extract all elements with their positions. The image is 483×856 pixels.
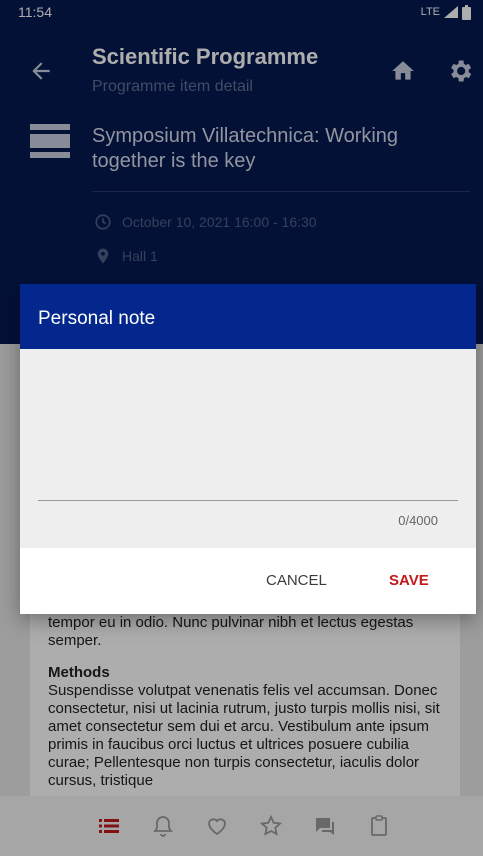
personal-note-dialog: Personal note 0/4000 CANCEL SAVE [20, 284, 476, 614]
dialog-header: Personal note [20, 284, 476, 349]
dialog-title: Personal note [38, 308, 156, 329]
dialog-actions: CANCEL SAVE [20, 548, 476, 614]
character-counter: 0/4000 [398, 513, 438, 528]
cancel-button[interactable]: CANCEL [266, 572, 327, 589]
dialog-body: 0/4000 [20, 349, 476, 548]
note-input[interactable] [38, 359, 458, 501]
save-button[interactable]: SAVE [389, 572, 429, 589]
